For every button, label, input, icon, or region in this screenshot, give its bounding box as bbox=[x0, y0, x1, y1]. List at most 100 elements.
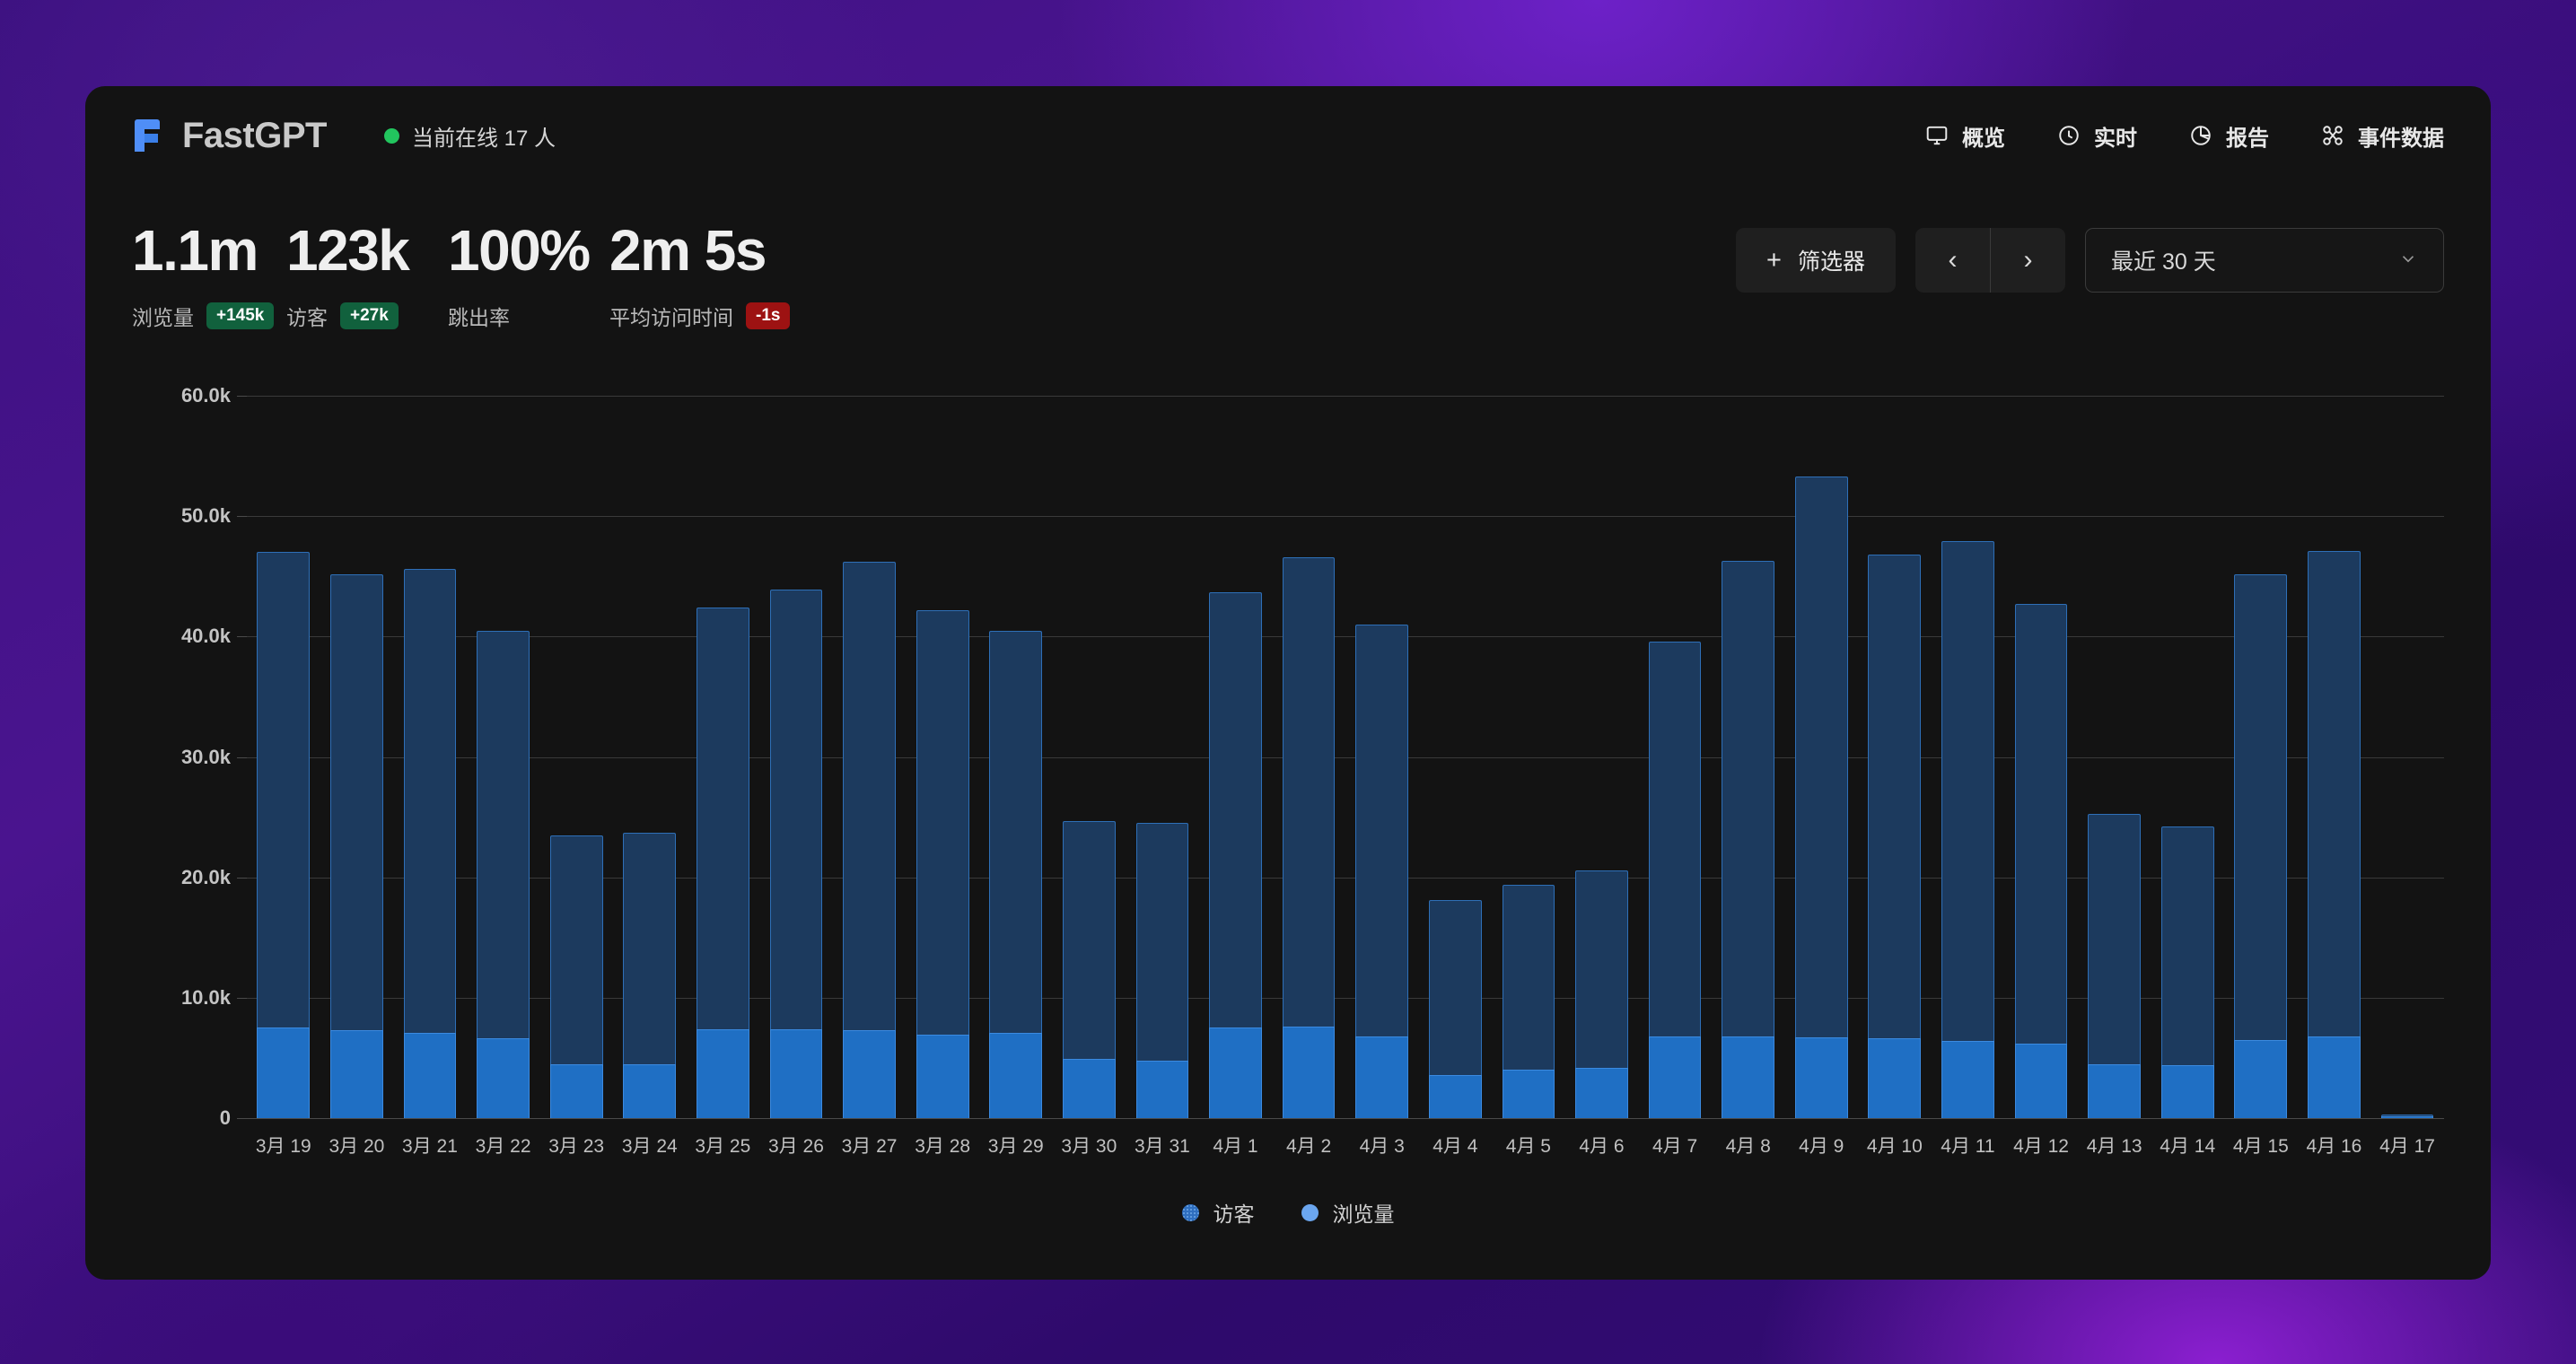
bar-segment-pageviews bbox=[477, 631, 530, 1039]
metric-change-badge: +145k bbox=[206, 302, 274, 329]
metric-value: 100% bbox=[448, 221, 609, 281]
bar-stack bbox=[1503, 396, 1555, 1118]
x-axis-tick-label: 4月 2 bbox=[1272, 1132, 1345, 1159]
bar-stack bbox=[550, 396, 603, 1118]
online-count-label: 当前在线 17 人 bbox=[412, 120, 556, 152]
bar-column[interactable] bbox=[247, 396, 320, 1118]
bar-segment-visitors bbox=[2015, 1044, 2068, 1118]
clock-icon bbox=[2057, 124, 2081, 147]
metric-label: 浏览量 bbox=[132, 301, 194, 331]
bar-column[interactable] bbox=[613, 396, 687, 1118]
x-axis-tick-label: 4月 1 bbox=[1199, 1132, 1273, 1159]
bar-stack bbox=[1429, 396, 1482, 1118]
date-range-select[interactable]: 最近 30 天 bbox=[2085, 228, 2444, 293]
nav-item-realtime[interactable]: 实时 bbox=[2057, 120, 2137, 152]
bar-segment-pageviews bbox=[2234, 574, 2287, 1040]
legend-color-dot-icon bbox=[1182, 1204, 1199, 1221]
x-axis-tick-label: 4月 7 bbox=[1638, 1132, 1712, 1159]
plus-icon: + bbox=[1766, 248, 1782, 274]
bar-column[interactable] bbox=[1712, 396, 1785, 1118]
bar-column[interactable] bbox=[393, 396, 467, 1118]
x-axis-tick-label: 4月 10 bbox=[1858, 1132, 1932, 1159]
app-header: FastGPT 当前在线 17 人 概览 bbox=[85, 86, 2491, 185]
bar-segment-pageviews bbox=[1575, 870, 1628, 1068]
bar-column[interactable] bbox=[759, 396, 833, 1118]
bar-stack bbox=[2015, 396, 2068, 1118]
bar-stack bbox=[770, 396, 823, 1118]
bar-stack bbox=[843, 396, 896, 1118]
x-axis-tick-label: 3月 29 bbox=[979, 1132, 1053, 1159]
bar-column[interactable] bbox=[1932, 396, 2005, 1118]
bar-segment-pageviews bbox=[1722, 561, 1774, 1036]
chart-x-axis: 3月 193月 203月 213月 223月 233月 243月 253月 26… bbox=[247, 1132, 2444, 1159]
bar-column[interactable] bbox=[979, 396, 1053, 1118]
bar-column[interactable] bbox=[687, 396, 760, 1118]
bar-column[interactable] bbox=[1053, 396, 1126, 1118]
bar-column[interactable] bbox=[1199, 396, 1273, 1118]
x-axis-tick-label: 4月 5 bbox=[1492, 1132, 1565, 1159]
x-axis-tick-label: 3月 19 bbox=[247, 1132, 320, 1159]
bar-column[interactable] bbox=[1565, 396, 1639, 1118]
legend-item[interactable]: 访客 bbox=[1182, 1197, 1255, 1228]
y-axis-tick-label: 20.0k bbox=[181, 866, 247, 889]
bar-stack bbox=[1722, 396, 1774, 1118]
bar-segment-pageviews bbox=[2088, 814, 2141, 1064]
bar-column[interactable] bbox=[833, 396, 907, 1118]
bar-segment-pageviews bbox=[1429, 900, 1482, 1075]
bar-column[interactable] bbox=[906, 396, 979, 1118]
bar-column[interactable] bbox=[2298, 396, 2371, 1118]
bar-stack bbox=[2088, 396, 2141, 1118]
bar-column[interactable] bbox=[2151, 396, 2224, 1118]
bar-segment-visitors bbox=[1868, 1038, 1921, 1118]
nav-item-events[interactable]: 事件数据 bbox=[2321, 120, 2444, 152]
bar-column[interactable] bbox=[2078, 396, 2151, 1118]
bar-stack bbox=[916, 396, 969, 1118]
legend-label: 访客 bbox=[1214, 1197, 1255, 1228]
nav-item-reports[interactable]: 报告 bbox=[2189, 120, 2269, 152]
bar-column[interactable] bbox=[1272, 396, 1345, 1118]
bar-column[interactable] bbox=[1419, 396, 1493, 1118]
bar-column[interactable] bbox=[1345, 396, 1419, 1118]
prev-period-button[interactable]: ‹ bbox=[1915, 228, 1990, 293]
bar-column[interactable] bbox=[320, 396, 394, 1118]
bar-segment-pageviews bbox=[989, 631, 1042, 1033]
bar-column[interactable] bbox=[2370, 396, 2444, 1118]
nav-item-overview[interactable]: 概览 bbox=[1925, 120, 2005, 152]
bar-column[interactable] bbox=[539, 396, 613, 1118]
metric-change-badge: -1s bbox=[746, 302, 790, 329]
bar-segment-visitors bbox=[1941, 1041, 1994, 1118]
bar-column[interactable] bbox=[1492, 396, 1565, 1118]
bar-segment-visitors bbox=[404, 1033, 457, 1118]
metric-label-row: 平均访问时间-1s bbox=[609, 301, 843, 331]
bar-segment-pageviews bbox=[257, 552, 310, 1027]
dashboard-card: FastGPT 当前在线 17 人 概览 bbox=[85, 86, 2491, 1280]
bar-segment-visitors bbox=[1063, 1059, 1116, 1118]
bar-stack bbox=[1136, 396, 1189, 1118]
bar-column[interactable] bbox=[1858, 396, 1932, 1118]
metric-value: 2m 5s bbox=[609, 221, 843, 281]
x-axis-tick-label: 4月 12 bbox=[2004, 1132, 2078, 1159]
bar-stack bbox=[1868, 396, 1921, 1118]
x-axis-tick-label: 3月 30 bbox=[1053, 1132, 1126, 1159]
bar-segment-pageviews bbox=[330, 574, 383, 1030]
bar-column[interactable] bbox=[1784, 396, 1858, 1118]
bar-segment-pageviews bbox=[404, 569, 457, 1033]
legend-item[interactable]: 浏览量 bbox=[1301, 1197, 1395, 1228]
next-period-button[interactable]: › bbox=[1991, 228, 2065, 293]
x-axis-tick-label: 4月 9 bbox=[1784, 1132, 1858, 1159]
nav-item-overview-label: 概览 bbox=[1962, 120, 2005, 152]
bar-column[interactable] bbox=[1126, 396, 1199, 1118]
bar-column[interactable] bbox=[1638, 396, 1712, 1118]
chart-plot: 010.0k20.0k30.0k40.0k50.0k60.0k bbox=[247, 396, 2444, 1118]
gridline bbox=[247, 1118, 2444, 1119]
bar-column[interactable] bbox=[2004, 396, 2078, 1118]
bar-column[interactable] bbox=[467, 396, 540, 1118]
bar-column[interactable] bbox=[2224, 396, 2298, 1118]
bar-segment-pageviews bbox=[1503, 885, 1555, 1071]
add-filter-button[interactable]: + 筛选器 bbox=[1736, 228, 1896, 293]
x-axis-tick-label: 3月 23 bbox=[539, 1132, 613, 1159]
bar-stack bbox=[989, 396, 1042, 1118]
x-axis-tick-label: 3月 21 bbox=[393, 1132, 467, 1159]
bar-segment-visitors bbox=[1649, 1036, 1702, 1118]
add-filter-label: 筛选器 bbox=[1798, 244, 1865, 276]
